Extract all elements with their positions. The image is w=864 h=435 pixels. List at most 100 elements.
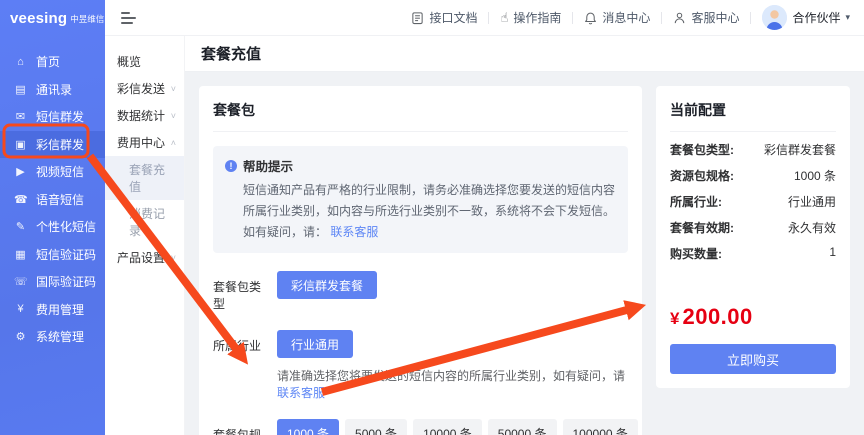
sidebar-item-label: 视频短信	[36, 165, 85, 180]
topbar-link-support[interactable]: 客服中心	[673, 9, 739, 26]
chevron-down-icon: ˅	[170, 110, 176, 121]
submenu-label: 产品设置	[117, 251, 166, 265]
content: 套餐包 ! 帮助提示 短信通知产品有严格的行业限制，请务必准确选择您要发送的短信…	[185, 72, 864, 435]
sidebar-item-billing[interactable]: ¥ 费用管理	[0, 296, 105, 324]
topbar-right: 接口文档 ☝ 操作指南 消息中心 客服中心 合作伙伴 ▾	[411, 5, 850, 30]
chevron-up-icon: ˄	[170, 137, 176, 148]
help-title: 帮助提示	[243, 160, 294, 174]
submenu-item-product-settings[interactable]: 产品设置 ˅	[105, 244, 184, 271]
form-row-spec: 套餐包规格 1000 条 5000 条 10000 条 50000 条 1000…	[213, 419, 638, 435]
sidebar-item-label: 短信群发	[36, 110, 85, 125]
spec-chip-100000[interactable]: 100000 条	[562, 419, 638, 435]
package-type-chip[interactable]: 彩信群发套餐	[277, 271, 378, 299]
price-amount: 200.00	[682, 304, 753, 329]
user-menu[interactable]: 合作伙伴 ▾	[762, 5, 850, 30]
help-body: 短信通知产品有严格的行业限制，请务必准确选择您要发送的短信内容所属行业类别，如内…	[243, 183, 616, 239]
user-name: 合作伙伴	[792, 11, 841, 25]
collapse-menu-icon[interactable]	[119, 8, 138, 28]
sidebar-item-sms-bulk[interactable]: ✉ 短信群发	[0, 103, 105, 131]
topbar-link-messages[interactable]: 消息中心	[584, 9, 650, 26]
form-label: 套餐包规格	[213, 428, 262, 435]
form-row-type: 套餐包类型 彩信群发套餐	[213, 271, 628, 312]
divider	[750, 11, 752, 24]
contact-support-link[interactable]: 联系客服	[330, 225, 378, 239]
submenu-item-stats[interactable]: 数据统计 ˅	[105, 102, 184, 129]
package-card: 套餐包 ! 帮助提示 短信通知产品有严格的行业限制，请务必准确选择您要发送的短信…	[199, 86, 642, 435]
sms-bulk-icon: ✉	[15, 111, 26, 124]
sidebar-item-system[interactable]: ⚙ 系统管理	[0, 323, 105, 351]
mms-bulk-icon: ▣	[15, 138, 26, 151]
summary-value: 1	[829, 245, 836, 259]
sidebar-item-contacts[interactable]: ▤ 通讯录	[0, 76, 105, 104]
brand-logo[interactable]: veesing 中昱维信	[0, 0, 105, 36]
spec-chip-1000[interactable]: 1000 条	[277, 419, 340, 435]
sidebar-item-video-sms[interactable]: ▶ 视频短信	[0, 158, 105, 186]
sidebar-item-personalized-sms[interactable]: ✎ 个性化短信	[0, 213, 105, 241]
topbar-link-api-docs[interactable]: 接口文档	[411, 9, 477, 26]
sidebar-item-label: 首页	[36, 55, 61, 70]
summary-row-quantity: 购买数量: 1	[670, 245, 836, 261]
submenu-item-overview[interactable]: 概览	[105, 48, 184, 75]
divider	[572, 11, 574, 24]
sidebar-item-intl-captcha[interactable]: ☏ 国际验证码	[0, 268, 105, 296]
intl-captcha-icon: ☏	[14, 276, 28, 289]
summary-value: 永久有效	[787, 221, 836, 235]
industry-hint: 请准确选择您将要发送的短信内容的所属行业类别，如有疑问，请 联系客服	[277, 369, 626, 400]
personalized-sms-icon: ✎	[15, 221, 26, 234]
app-window: veesing 中昱维信 ⌂ 首页 ▤ 通讯录 ✉ 短信群发 ▣ 彩信群发 ▶ …	[0, 0, 864, 435]
topbar-link-label: 客服中心	[691, 11, 740, 25]
summary-row-validity: 套餐有效期: 永久有效	[670, 221, 836, 235]
contact-support-link[interactable]: 联系客服	[277, 386, 325, 400]
sidebar-item-label: 通讯录	[36, 82, 73, 97]
sidebar-item-home[interactable]: ⌂ 首页	[0, 48, 105, 76]
brand-name: veesing	[10, 9, 68, 27]
summary-value: 1000 条	[793, 169, 836, 183]
help-tip-box: ! 帮助提示 短信通知产品有严格的行业限制，请务必准确选择您要发送的短信内容所属…	[213, 146, 628, 253]
divider	[488, 11, 490, 24]
spec-chip-10000[interactable]: 10000 条	[413, 419, 482, 435]
current-config-card: 当前配置 套餐包类型: 彩信群发套餐 资源包规格: 1000 条 所属行业: 行…	[656, 86, 850, 388]
info-icon: !	[225, 159, 237, 172]
submenu-item-mms-send[interactable]: 彩信发送 ˅	[105, 75, 184, 102]
primary-nav: ⌂ 首页 ▤ 通讯录 ✉ 短信群发 ▣ 彩信群发 ▶ 视频短信 ☎ 语音短信 ✎…	[0, 48, 105, 351]
submenu-item-recharge[interactable]: 套餐充值	[105, 156, 184, 200]
sidebar-item-voice-sms[interactable]: ☎ 语音短信	[0, 186, 105, 214]
form-label: 套餐包类型	[213, 280, 262, 311]
chevron-down-icon: ˅	[170, 83, 176, 94]
buy-now-button[interactable]: 立即购买	[670, 344, 836, 374]
sidebar-item-label: 系统管理	[36, 330, 85, 345]
sidebar-item-label: 短信验证码	[36, 247, 97, 262]
topbar-link-label: 消息中心	[602, 11, 651, 25]
topbar: 接口文档 ☝ 操作指南 消息中心 客服中心 合作伙伴 ▾	[105, 0, 864, 36]
total-price: ¥ 200.00	[670, 304, 836, 330]
brand-suffix: 中昱维信	[70, 14, 105, 24]
submenu-label: 彩信发送	[117, 82, 166, 96]
summary-row-spec: 资源包规格: 1000 条	[670, 169, 836, 183]
sidebar-item-label: 语音短信	[36, 192, 85, 207]
topbar-link-label: 接口文档	[429, 11, 478, 25]
video-sms-icon: ▶	[16, 166, 25, 179]
spec-chip-50000[interactable]: 50000 条	[487, 419, 557, 435]
topbar-link-guide[interactable]: ☝ 操作指南	[500, 9, 561, 26]
submenu-label: 套餐充值	[129, 163, 166, 194]
sidebar-item-mms-bulk[interactable]: ▣ 彩信群发	[0, 130, 105, 158]
document-icon	[412, 11, 424, 24]
summary-card-title: 当前配置	[670, 100, 836, 132]
currency-symbol: ¥	[670, 309, 680, 328]
submenu-item-records[interactable]: 消费记录	[105, 200, 184, 244]
form-label: 所属行业	[213, 339, 262, 353]
sidebar-item-sms-captcha[interactable]: ▦ 短信验证码	[0, 241, 105, 269]
chevron-down-icon: ▾	[845, 12, 850, 22]
spec-chip-5000[interactable]: 5000 条	[345, 419, 408, 435]
submenu-label: 数据统计	[117, 109, 166, 123]
secondary-sidebar: 概览 彩信发送 ˅ 数据统计 ˅ 费用中心 ˄ 套餐充值 消费记录 产品设置 ˅	[105, 36, 185, 435]
submenu-label: 费用中心	[117, 136, 166, 150]
summary-row-type: 套餐包类型: 彩信群发套餐	[670, 143, 836, 157]
billing-icon: ¥	[17, 303, 24, 316]
sms-captcha-icon: ▦	[15, 248, 26, 261]
chevron-down-icon: ˅	[170, 252, 176, 263]
sidebar-item-label: 彩信群发	[36, 137, 85, 152]
industry-chip[interactable]: 行业通用	[277, 330, 354, 358]
submenu-item-billing-center[interactable]: 费用中心 ˄	[105, 129, 184, 156]
headset-icon	[675, 12, 685, 23]
